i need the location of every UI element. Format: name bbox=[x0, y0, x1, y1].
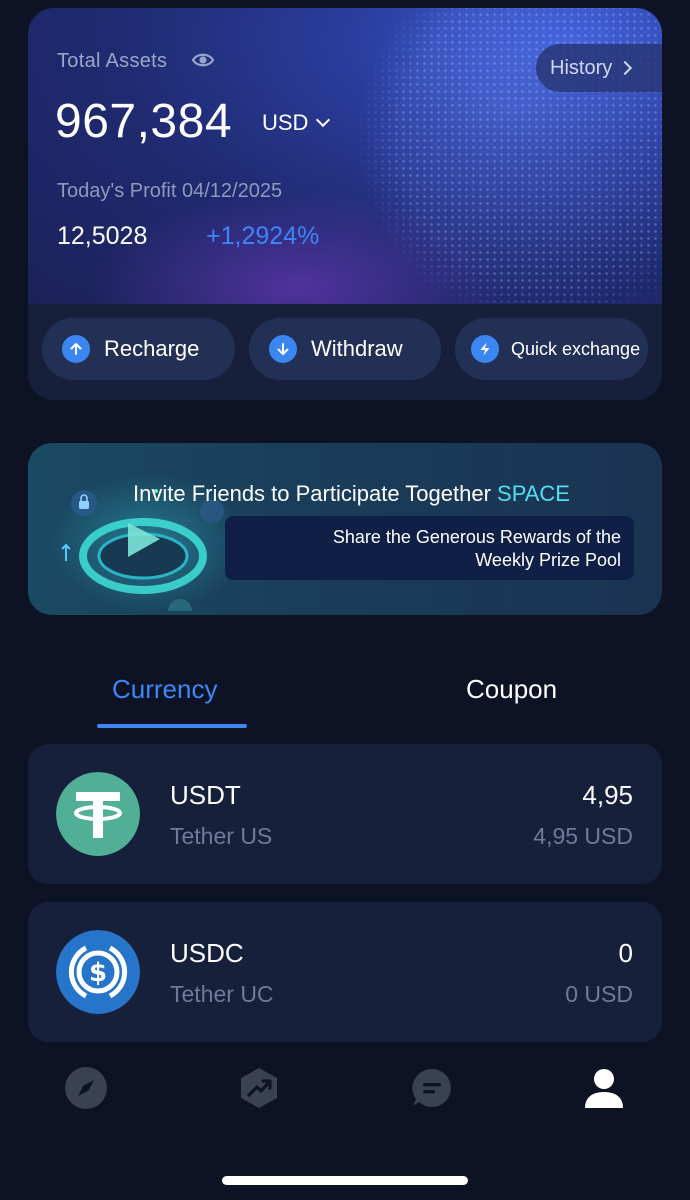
tab-currency[interactable]: Currency bbox=[112, 674, 217, 705]
history-label: History bbox=[550, 56, 613, 79]
profit-percent: +1,2924% bbox=[206, 222, 320, 250]
invite-banner[interactable]: Invite Friends to Participate Together S… bbox=[28, 443, 662, 615]
withdraw-button[interactable]: Withdraw bbox=[249, 318, 441, 380]
wallet-page: Total Assets History 967,384 USD Today's… bbox=[0, 0, 690, 1200]
coin-row-usdc[interactable]: $ USDC Tether UC 0 0 USD bbox=[28, 902, 662, 1042]
eye-icon[interactable] bbox=[191, 50, 215, 70]
coin-row-usdt[interactable]: USDT Tether US 4,95 4,95 USD bbox=[28, 744, 662, 884]
banner-subtitle-line1: Share the Generous Rewards of the bbox=[332, 527, 621, 547]
assets-hero: Total Assets History 967,384 USD Today's… bbox=[28, 8, 662, 304]
coin-value: 0 USD bbox=[565, 981, 633, 1007]
coin-value: 4,95 USD bbox=[533, 823, 633, 849]
total-assets-label: Total Assets bbox=[57, 50, 168, 72]
assets-card: Total Assets History 967,384 USD Today's… bbox=[28, 8, 662, 400]
banner-subtitle: Share the Generous Rewards of the Weekly… bbox=[225, 516, 634, 580]
quick-exchange-button[interactable]: Quick exchange bbox=[455, 318, 648, 380]
coin-name: Tether US bbox=[170, 823, 273, 849]
arrow-down-icon bbox=[269, 335, 297, 363]
recharge-label: Recharge bbox=[104, 336, 200, 361]
coin-symbol: USDC bbox=[170, 938, 244, 968]
tab-coupon[interactable]: Coupon bbox=[466, 674, 557, 705]
coin-amount: 0 bbox=[618, 938, 633, 968]
withdraw-label: Withdraw bbox=[311, 336, 403, 361]
recharge-button[interactable]: Recharge bbox=[42, 318, 235, 380]
quick-exchange-label: Quick exchange bbox=[511, 338, 641, 359]
usdc-logo-icon: $ bbox=[56, 930, 140, 1014]
history-button[interactable]: History bbox=[536, 44, 662, 92]
profile-icon[interactable] bbox=[582, 1066, 626, 1110]
active-tab-indicator bbox=[97, 724, 247, 728]
chat-icon[interactable] bbox=[410, 1066, 454, 1110]
banner-title-text: Invite Friends to Participate Together bbox=[133, 481, 491, 506]
compass-icon[interactable] bbox=[64, 1066, 108, 1110]
banner-subtitle-line2: Weekly Prize Pool bbox=[475, 550, 621, 570]
total-assets-value: 967,384 bbox=[55, 95, 233, 148]
todays-profit-label: Today's Profit 04/12/2025 bbox=[57, 180, 283, 202]
coin-name: Tether UC bbox=[170, 981, 274, 1007]
chevron-down-icon bbox=[316, 112, 331, 128]
currency-label: USD bbox=[262, 110, 309, 135]
usdt-logo-icon bbox=[56, 772, 140, 856]
profit-amount: 12,5028 bbox=[57, 222, 148, 250]
banner-title: Invite Friends to Participate Together S… bbox=[133, 481, 570, 507]
coin-amount: 4,95 bbox=[582, 780, 633, 810]
currency-selector[interactable]: USD bbox=[262, 110, 331, 136]
coin-symbol: USDT bbox=[170, 780, 241, 810]
home-indicator bbox=[222, 1176, 468, 1185]
chevron-right-icon bbox=[618, 60, 633, 76]
arrow-up-icon bbox=[62, 335, 90, 363]
trend-icon[interactable] bbox=[237, 1066, 281, 1110]
svg-text:$: $ bbox=[89, 958, 107, 988]
banner-title-accent: SPACE bbox=[497, 481, 570, 506]
lightning-icon bbox=[471, 335, 499, 363]
